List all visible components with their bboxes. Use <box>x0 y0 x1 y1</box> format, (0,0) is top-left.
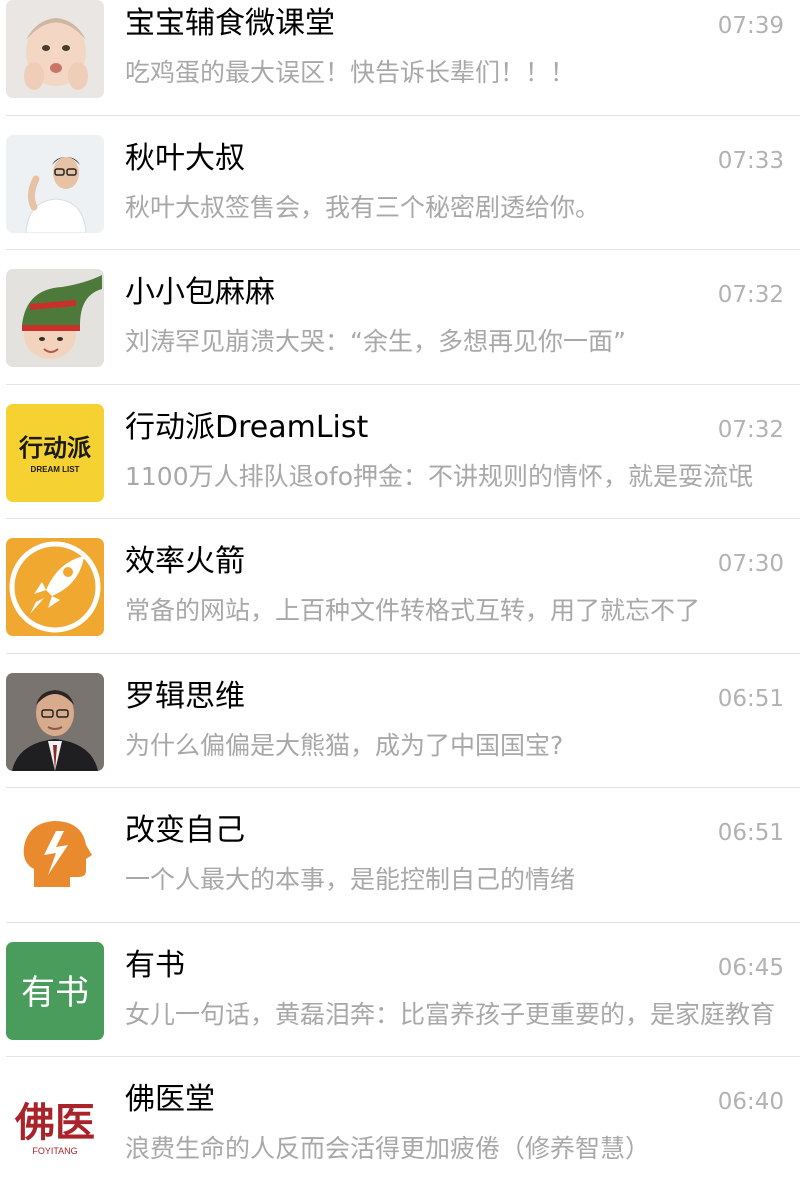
conversation-name: 行动派DreamList <box>125 409 369 445</box>
head-lightning-icon <box>6 807 104 905</box>
conversation-row[interactable]: 有书 有书 06:45 女儿一句话，黄磊泪奔：比富养孩子更重要的，是家庭教育 <box>0 923 800 1058</box>
luoji-man-photo-icon <box>6 672 104 771</box>
conversation-row[interactable]: 改变自己 06:51 一个人最大的本事，是能控制自己的情绪 <box>0 788 800 923</box>
conversation-time: 07:30 <box>717 551 784 577</box>
baby-photo-avatar[interactable] <box>6 0 104 98</box>
conversation-preview: 吃鸡蛋的最大误区！快告诉长辈们！！！ <box>125 58 576 87</box>
conversation-name: 罗辑思维 <box>125 678 245 714</box>
conversation-name: 有书 <box>125 947 185 983</box>
head-lightning-logo[interactable] <box>6 807 104 905</box>
rocket-icon <box>6 538 104 636</box>
youshu-logo[interactable]: 有书 <box>6 941 104 1040</box>
conversation-row[interactable]: 效率火箭 07:30 常备的网站，上百种文件转格式互转，用了就忘不了 <box>0 519 800 654</box>
conversation-name: 改变自己 <box>125 813 245 848</box>
conversation-preview: 1100万人排队退ofo押金：不讲规则的情怀，就是耍流氓 <box>125 461 754 491</box>
conversation-row[interactable]: 小小包麻麻 07:32 刘涛罕见崩溃大哭：“余生，多想再见你一面” <box>0 250 800 385</box>
foyitang-logo-icon: 佛医 FOYITANG <box>6 1076 104 1174</box>
conversation-time: 06:51 <box>717 685 784 712</box>
conversation-time: 07:33 <box>717 147 784 174</box>
conversation-preview: 刘涛罕见崩溃大哭：“余生，多想再见你一面” <box>125 327 626 356</box>
foyitang-logo-subtext: FOYITANG <box>32 1146 77 1156</box>
foyitang-logo-text: 佛医 <box>14 1100 95 1145</box>
dreamlist-logo-subtext: DREAM LIST <box>31 465 80 474</box>
dreamlist-logo-text: 行动派 <box>18 434 91 462</box>
foyitang-logo[interactable]: 佛医 FOYITANG <box>6 1076 104 1174</box>
conversation-row[interactable]: 行动派 DREAM LIST 行动派DreamList 07:32 1100万人… <box>0 385 800 520</box>
dreamlist-logo[interactable]: 行动派 DREAM LIST <box>6 403 104 502</box>
conversation-row[interactable]: 佛医 FOYITANG 佛医堂 06:40 浪费生命的人反而会活得更加疲倦（修养… <box>0 1057 800 1192</box>
conversation-name: 佛医堂 <box>125 1082 215 1117</box>
conversation-preview: 女儿一句话，黄磊泪奔：比富养孩子更重要的，是家庭教育 <box>125 999 776 1029</box>
conversation-time: 06:45 <box>717 954 784 981</box>
youshu-logo-icon: 有书 <box>6 941 104 1040</box>
youshu-logo-text: 有书 <box>21 974 89 1012</box>
conversation-time: 07:32 <box>717 416 784 443</box>
conversation-name: 效率火箭 <box>125 544 245 579</box>
conversation-row[interactable]: 宝宝辅食微课堂 07:39 吃鸡蛋的最大误区！快告诉长辈们！！！ <box>0 0 800 116</box>
baby-knit-hat-photo-avatar[interactable] <box>6 269 104 367</box>
conversation-row[interactable]: 罗辑思维 06:51 为什么偏偏是大熊猫，成为了中国国宝? <box>0 654 800 789</box>
baby-photo-icon <box>6 0 104 98</box>
man-glasses-photo-icon <box>6 134 104 233</box>
dreamlist-logo-icon: 行动派 DREAM LIST <box>6 403 104 502</box>
conversation-preview: 常备的网站，上百种文件转格式互转，用了就忘不了 <box>125 596 701 625</box>
luoji-man-photo-avatar[interactable] <box>6 672 104 771</box>
conversation-time: 06:51 <box>717 820 784 846</box>
conversation-name: 秋叶大叔 <box>125 140 245 176</box>
conversation-time: 07:39 <box>717 13 784 39</box>
rocket-logo[interactable] <box>6 538 104 636</box>
conversation-preview: 为什么偏偏是大熊猫，成为了中国国宝? <box>125 730 564 760</box>
conversation-preview: 秋叶大叔签售会，我有三个秘密剧透给你。 <box>125 192 601 222</box>
conversation-list: 宝宝辅食微课堂 07:39 吃鸡蛋的最大误区！快告诉长辈们！！！ 秋叶大叔 07… <box>0 0 800 1192</box>
conversation-preview: 一个人最大的本事，是能控制自己的情绪 <box>125 865 576 894</box>
conversation-row[interactable]: 秋叶大叔 07:33 秋叶大叔签售会，我有三个秘密剧透给你。 <box>0 116 800 251</box>
conversation-time: 06:40 <box>717 1089 784 1115</box>
baby-knit-hat-photo-icon <box>6 269 104 367</box>
conversation-name: 宝宝辅食微课堂 <box>125 6 335 41</box>
conversation-preview: 浪费生命的人反而会活得更加疲倦（修养智慧） <box>125 1134 651 1163</box>
conversation-time: 07:32 <box>717 282 784 308</box>
conversation-name: 小小包麻麻 <box>125 275 275 310</box>
man-glasses-photo-avatar[interactable] <box>6 134 104 233</box>
